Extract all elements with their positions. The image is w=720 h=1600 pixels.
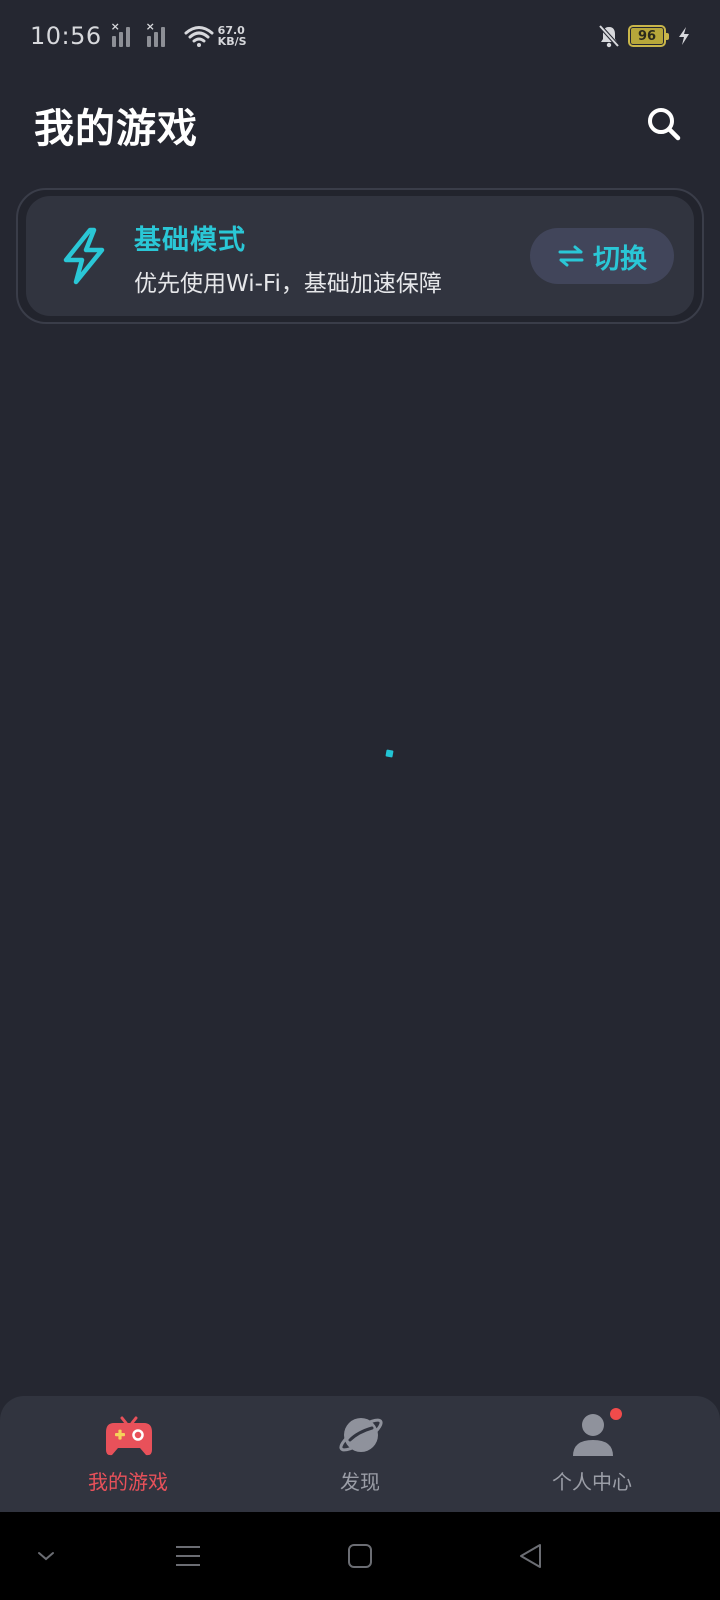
lightning-icon <box>63 227 105 285</box>
mode-card: 基础模式 优先使用Wi-Fi，基础加速保障 切换 <box>26 196 694 316</box>
screen: 10:56 × × 67.0 KB/S 96 我的游戏 基础模式 优先使用Wi-… <box>0 0 720 1600</box>
search-button[interactable] <box>642 102 686 146</box>
header: 我的游戏 <box>0 90 720 152</box>
back-triangle-icon <box>520 1544 541 1568</box>
swap-arrows-icon <box>558 245 584 267</box>
notification-badge <box>610 1408 622 1420</box>
nav-label-my-games: 我的游戏 <box>88 1470 168 1494</box>
status-bar: 10:56 × × 67.0 KB/S 96 <box>0 0 720 72</box>
menu-icon <box>176 1546 200 1566</box>
wifi-icon <box>184 26 214 47</box>
switch-mode-button[interactable]: 切换 <box>530 228 674 284</box>
network-speed: 67.0 KB/S <box>218 25 247 47</box>
switch-mode-label: 切换 <box>593 243 647 275</box>
recents-button[interactable] <box>170 1538 206 1574</box>
bottom-nav: 我的游戏 发现 个人中心 <box>0 1396 720 1512</box>
gamepad-icon <box>106 1416 152 1456</box>
status-time: 10:56 <box>30 22 102 50</box>
network-speed-unit: KB/S <box>217 35 247 48</box>
loading-indicator <box>385 749 394 758</box>
nav-item-discover[interactable]: 发现 <box>260 1396 460 1512</box>
signal-icon-sim1: × <box>111 20 137 47</box>
nav-label-profile: 个人中心 <box>552 1470 632 1494</box>
square-icon <box>348 1544 372 1568</box>
chevron-down-icon <box>38 1552 54 1561</box>
mode-card-frame: 基础模式 优先使用Wi-Fi，基础加速保障 切换 <box>16 188 704 324</box>
planet-icon <box>339 1418 383 1452</box>
page-title: 我的游戏 <box>34 106 198 152</box>
mode-description: 优先使用Wi-Fi，基础加速保障 <box>134 271 442 297</box>
nav-item-my-games[interactable]: 我的游戏 <box>28 1396 228 1512</box>
hide-nav-button[interactable] <box>28 1538 64 1574</box>
charging-icon <box>679 27 689 45</box>
status-right: 96 <box>598 24 690 48</box>
mode-title: 基础模式 <box>134 225 246 256</box>
nav-label-discover: 发现 <box>340 1470 380 1494</box>
system-nav-bar <box>0 1512 720 1600</box>
nav-item-profile[interactable]: 个人中心 <box>492 1396 692 1512</box>
home-button[interactable] <box>342 1538 378 1574</box>
battery-icon: 96 <box>628 25 669 47</box>
back-button[interactable] <box>512 1538 548 1574</box>
signal-icon-sim2: × <box>146 20 172 47</box>
bell-muted-icon <box>598 24 620 48</box>
battery-level: 96 <box>631 28 663 44</box>
search-icon <box>648 108 681 141</box>
